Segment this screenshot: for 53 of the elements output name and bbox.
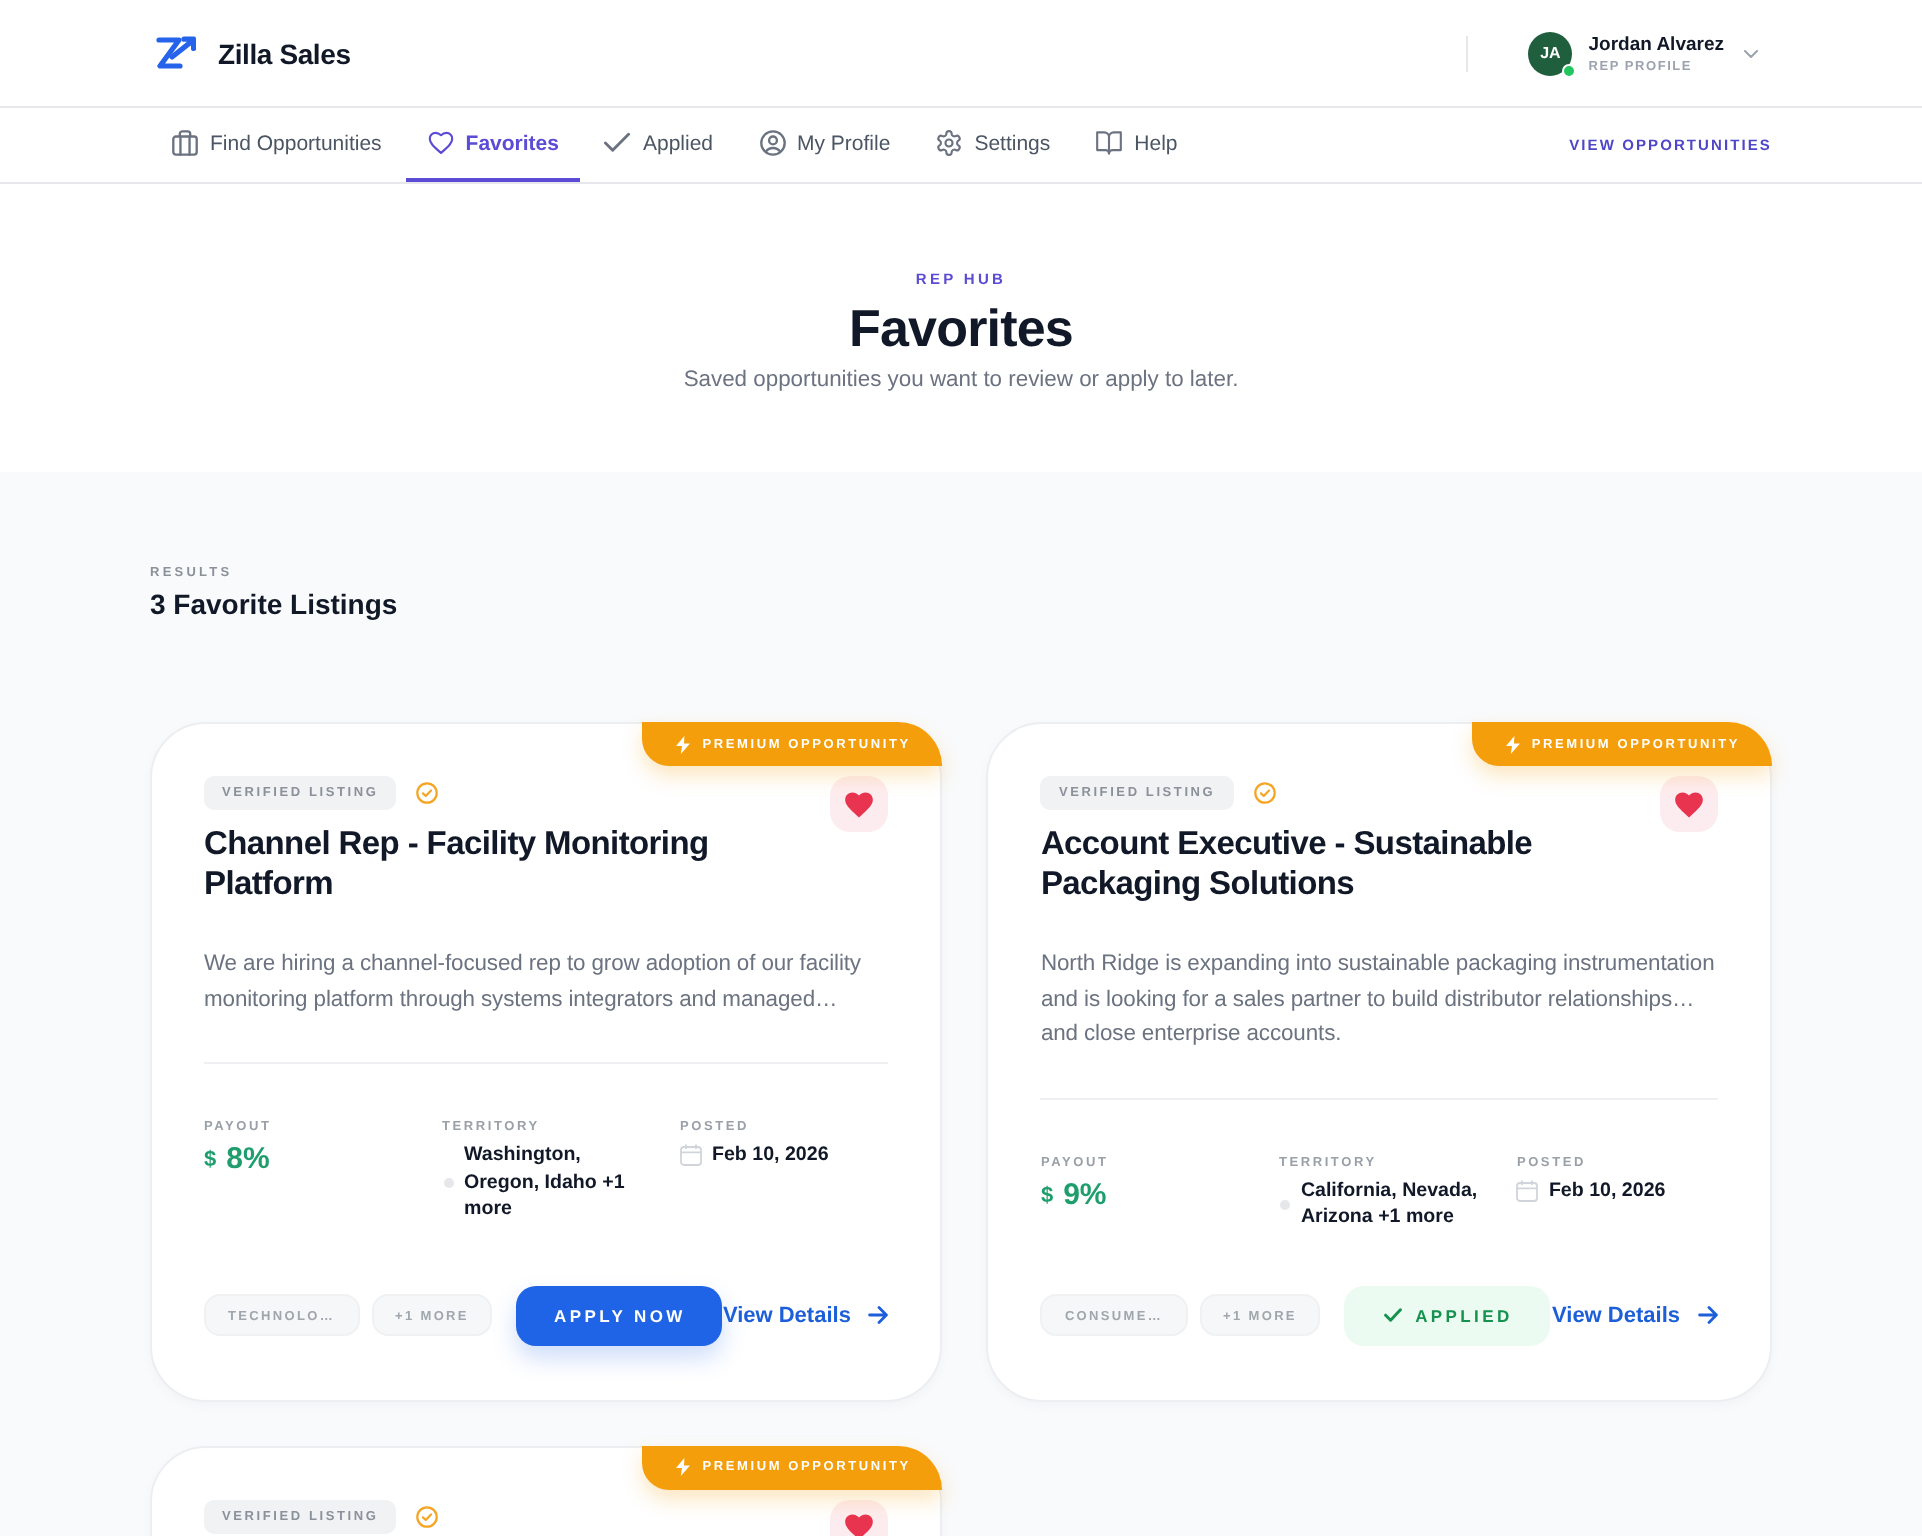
- arrow-right-icon: [868, 1306, 889, 1324]
- book-icon: [1096, 130, 1123, 156]
- check-icon: [1383, 1308, 1402, 1322]
- nav-tab[interactable]: Find Opportunities: [150, 108, 404, 182]
- apply-button[interactable]: APPLY NOW: [516, 1285, 723, 1345]
- check-circle-icon: [1253, 782, 1276, 804]
- nav-tab[interactable]: Applied: [582, 108, 736, 182]
- applied-text: APPLIED: [1415, 1305, 1513, 1325]
- territory-value: Washington, Oregon, Idaho +1 more: [464, 1142, 627, 1223]
- currency-symbol: $: [1040, 1183, 1054, 1207]
- user-circle-icon: [759, 130, 786, 156]
- check-circle-icon: [416, 782, 439, 804]
- page-title: Favorites: [846, 298, 1075, 358]
- view-details-link[interactable]: View Details: [722, 1303, 889, 1327]
- chevron-down-icon[interactable]: [1744, 49, 1758, 57]
- calendar-icon: [1516, 1179, 1539, 1202]
- currency-symbol: $: [204, 1148, 217, 1172]
- calendar-icon: [680, 1144, 702, 1167]
- listing-description: We are hiring a channel-focused rep to grow adoption of our facility monitoring platform through systems integrators and managed…: [204, 950, 863, 1015]
- heart-icon: [427, 130, 454, 156]
- avatar: JA: [1528, 31, 1573, 75]
- bolt-icon: [676, 735, 691, 753]
- posted-date: Feb 10, 2026: [1548, 1177, 1666, 1204]
- check-icon: [604, 130, 631, 156]
- view-details-link[interactable]: View Details: [1552, 1303, 1718, 1327]
- location-dot-icon: [1280, 1199, 1291, 1209]
- settings-icon: [936, 130, 963, 156]
- bolt-icon: [1505, 735, 1520, 753]
- favorite-button[interactable]: [830, 776, 889, 832]
- heart-icon: [844, 791, 875, 817]
- territory-value: California, Nevada, Arizona +1 more: [1300, 1177, 1480, 1231]
- favorite-button[interactable]: [1660, 776, 1718, 832]
- nav-tab[interactable]: Help: [1074, 108, 1200, 182]
- heart-icon: [844, 1514, 875, 1536]
- bolt-icon: [676, 1458, 691, 1476]
- nav-tab[interactable]: Settings: [914, 108, 1073, 182]
- page-subtitle: Saved opportunities you want to review or apply to later.: [681, 366, 1241, 396]
- briefcase-icon: [172, 130, 198, 156]
- heart-icon: [1674, 791, 1704, 817]
- check-circle-icon: [416, 1505, 439, 1527]
- payout-value: 9%: [1063, 1177, 1107, 1213]
- listing-title: Channel Rep - Facility Monitoring Platform: [204, 824, 711, 904]
- brand-name: Zilla Sales: [218, 37, 351, 69]
- nav-tab[interactable]: My Profile: [737, 108, 913, 182]
- location-dot-icon: [444, 1177, 454, 1188]
- arrow-right-icon: [1698, 1306, 1718, 1324]
- logo-icon: [156, 36, 196, 70]
- results-heading: 3 Favorite Listings: [150, 586, 400, 622]
- payout-value: 8%: [226, 1142, 270, 1178]
- listing-title: Account Executive - Sustainable Packaging Solutions: [1040, 824, 1535, 904]
- posted-date: Feb 10, 2026: [712, 1142, 829, 1169]
- listing-description: North Ridge is expanding into sustainable packaging instrumentation and is looking for a sales partner to build distributor relationships… and close enterprise accounts.: [1040, 950, 1717, 1050]
- user-name: Jordan Alvarez: [1588, 33, 1724, 55]
